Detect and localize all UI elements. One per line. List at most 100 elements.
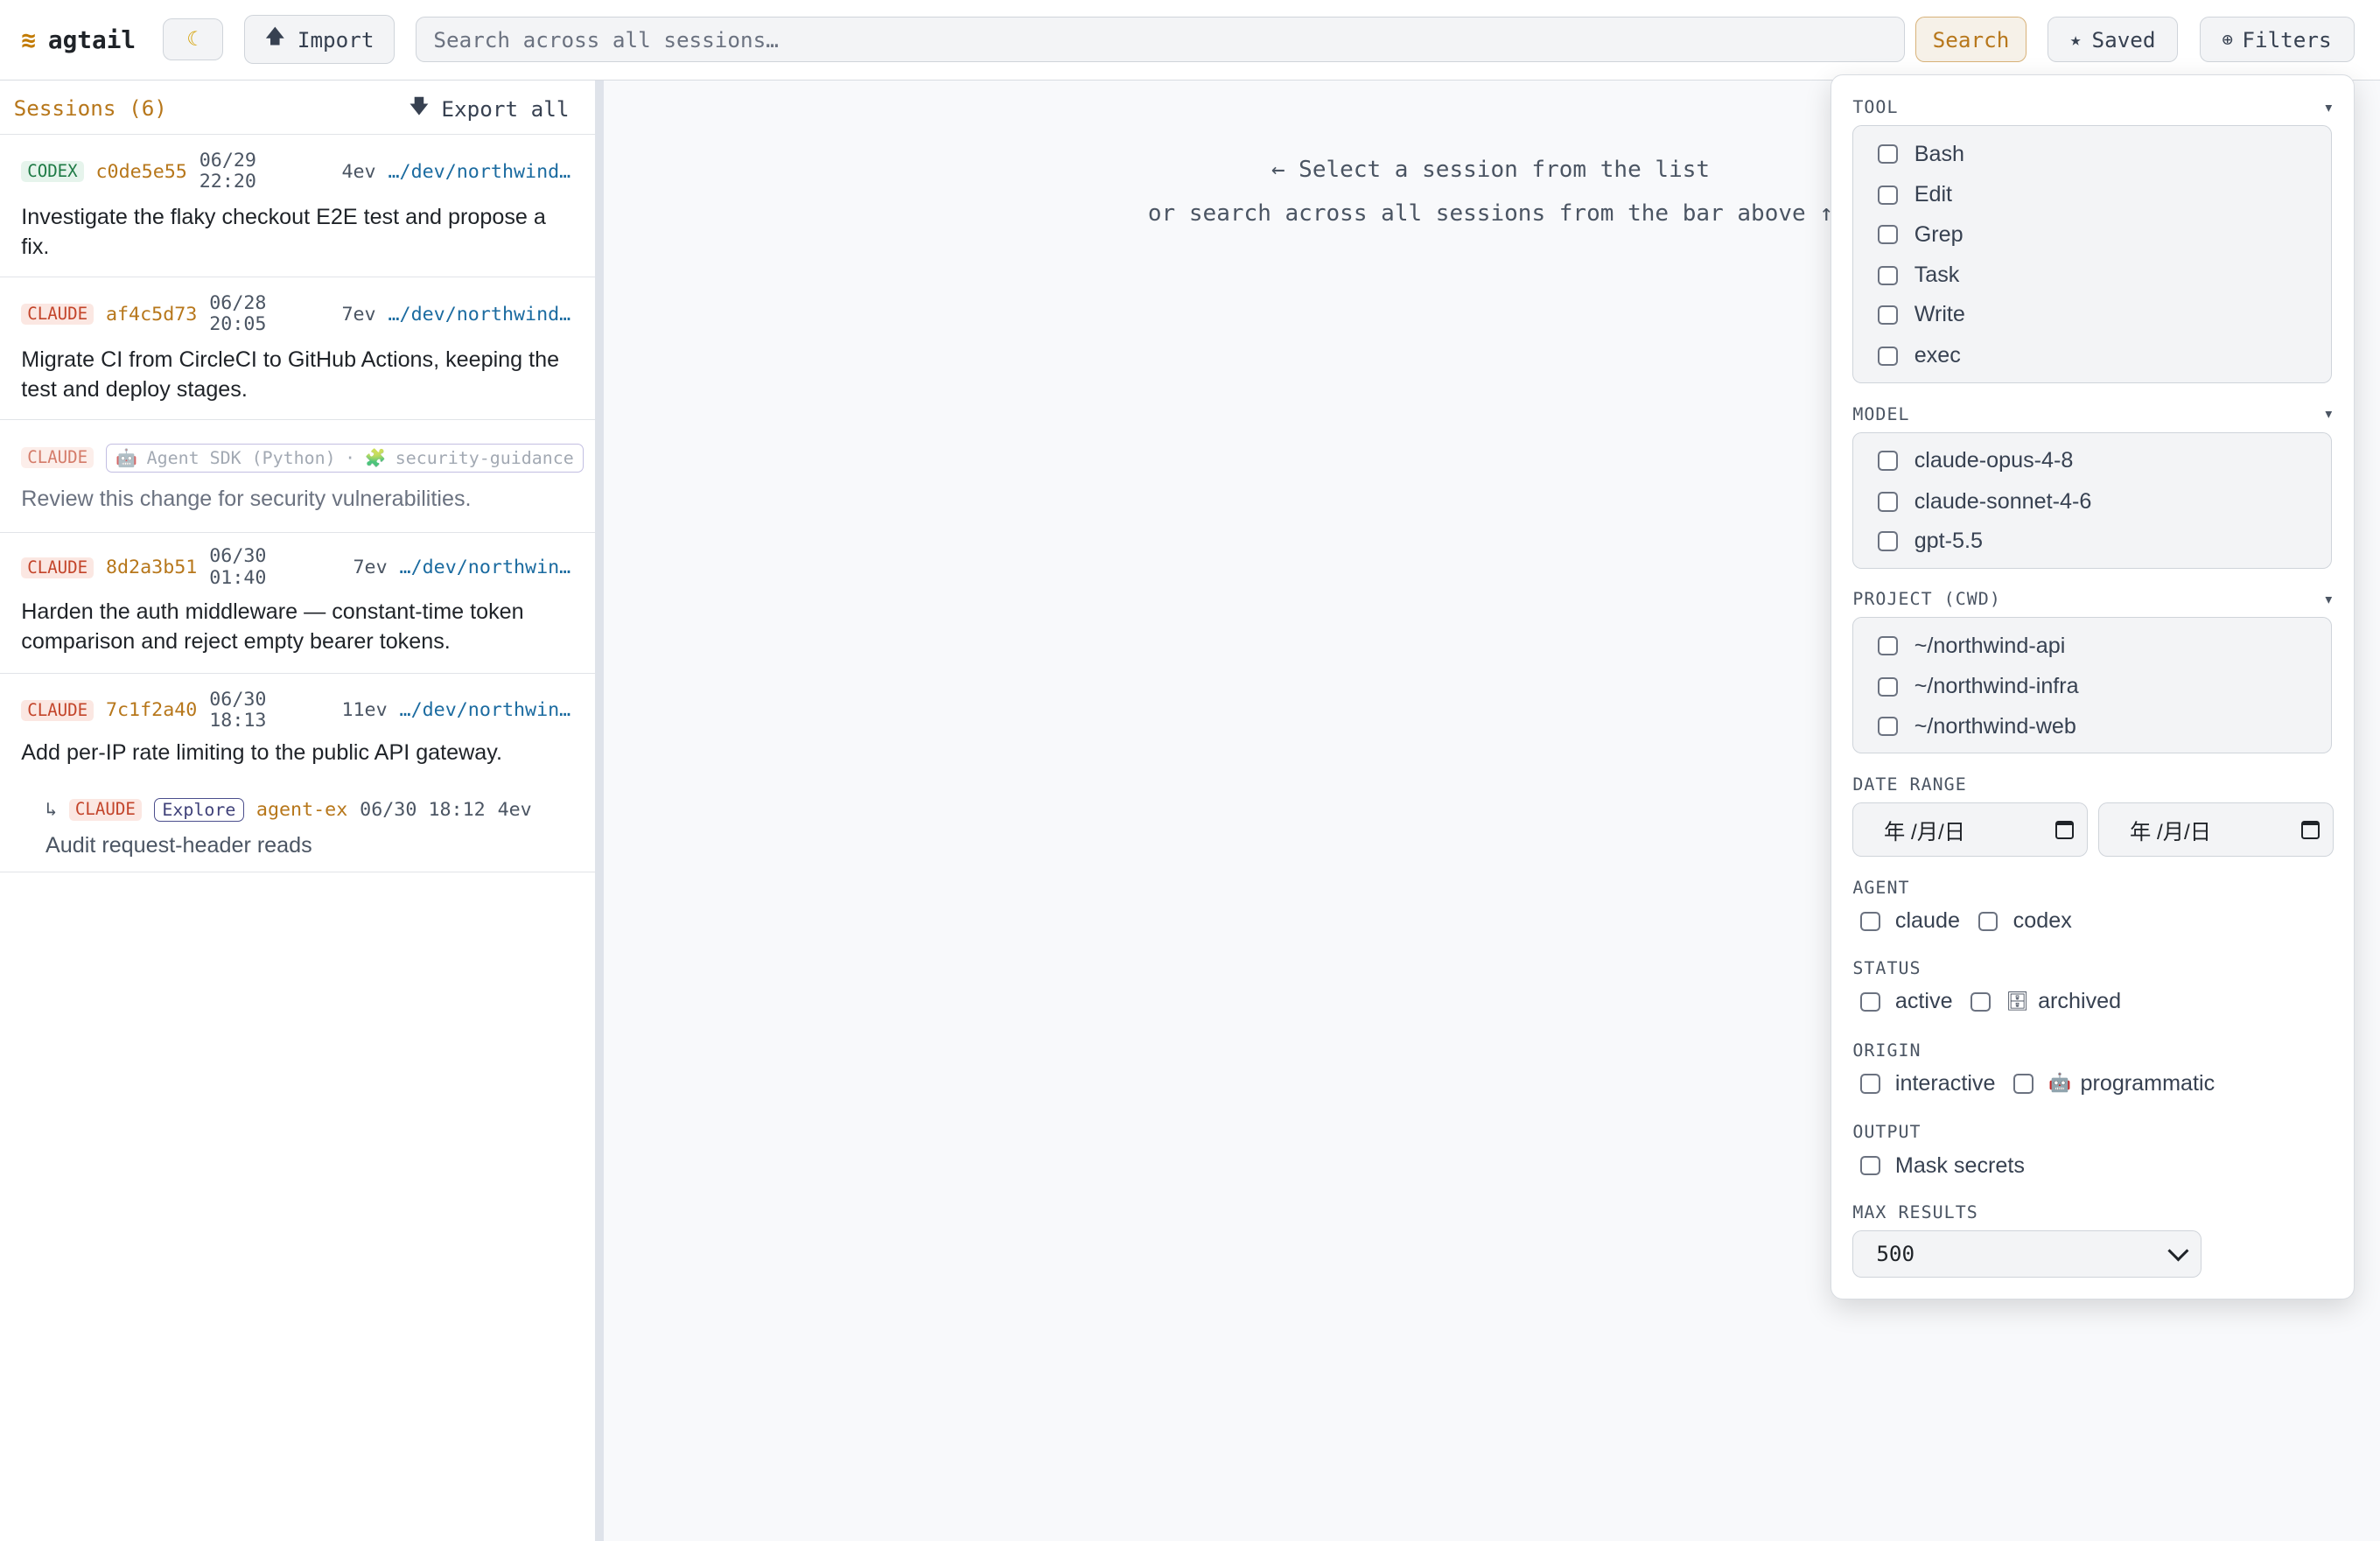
date-from-input[interactable]: 年 /月/日 xyxy=(1852,802,2089,858)
checkbox[interactable] xyxy=(1878,531,1898,551)
session-path[interactable]: …/dev/northwin… xyxy=(400,557,571,578)
session-id: 7c1f2a40 xyxy=(105,699,198,722)
model-option-opus[interactable]: claude-opus-4-8 xyxy=(1878,448,2073,473)
subagent-arrow-icon: ↳ xyxy=(46,799,58,822)
agent-section-label: AGENT xyxy=(1852,876,1910,898)
agent-option-codex[interactable]: codex xyxy=(1978,908,2072,934)
checkbox[interactable] xyxy=(1859,991,1880,1012)
origin-section-label: ORIGIN xyxy=(1852,1039,1922,1061)
subagent-type-badge: Explore xyxy=(153,798,245,822)
session-row[interactable]: CODEX c0de5e55 06/29 22:20 4ev …/dev/nort… xyxy=(0,135,595,278)
session-path[interactable]: …/dev/northwin… xyxy=(400,699,571,721)
session-row[interactable]: CLAUDE 🤖 Agent SDK (Python) · 🧩 security… xyxy=(0,421,595,533)
import-button[interactable]: 🡅 Import xyxy=(244,15,396,64)
session-row[interactable]: CLAUDE 8d2a3b51 06/30 01:40 7ev …/dev/nor… xyxy=(0,531,595,675)
session-id: 8d2a3b51 xyxy=(105,557,198,579)
agent-badge: CLAUDE xyxy=(21,303,94,326)
session-row[interactable]: CLAUDE 7c1f2a40 06/30 18:13 11ev …/dev/no… xyxy=(0,674,595,873)
session-row[interactable]: CLAUDE af4c5d73 06/28 20:05 7ev …/dev/nor… xyxy=(0,277,595,421)
checkbox[interactable] xyxy=(1859,1074,1880,1094)
export-all-button[interactable]: 🡇 Export all xyxy=(409,93,569,126)
checkbox[interactable] xyxy=(1970,991,1991,1012)
model-option-sonnet[interactable]: claude-sonnet-4-6 xyxy=(1878,489,2091,515)
export-all-label: Export all xyxy=(441,96,570,123)
moon-icon: ☾ xyxy=(186,28,200,52)
tool-option-write[interactable]: Write xyxy=(1878,302,1965,327)
session-datetime: 06/30 01:40 xyxy=(209,545,267,589)
calendar-icon[interactable] xyxy=(2054,820,2074,839)
session-title: Add per-IP rate limiting to the public A… xyxy=(21,740,502,766)
tool-option-bash[interactable]: Bash xyxy=(1878,142,1964,167)
tool-option-grep[interactable]: Grep xyxy=(1878,222,1964,248)
origin-option-interactive[interactable]: interactive xyxy=(1859,1071,1995,1096)
subagent-title: Audit request-header reads xyxy=(46,832,312,858)
tool-option-task[interactable]: Task xyxy=(1878,263,1959,288)
status-section-label: STATUS xyxy=(1852,956,1922,978)
agent-badge: CLAUDE xyxy=(68,799,142,821)
project-collapse-icon[interactable]: ▾ xyxy=(2325,592,2332,608)
tool-collapse-icon[interactable]: ▾ xyxy=(2325,100,2332,116)
checkbox[interactable] xyxy=(1878,346,1898,367)
mask-secrets-option[interactable]: Mask secrets xyxy=(1859,1153,2025,1179)
checkbox[interactable] xyxy=(2013,1074,2034,1094)
date-range-label: DATE RANGE xyxy=(1852,773,1967,795)
checkbox[interactable] xyxy=(1878,716,1898,737)
session-id: af4c5d73 xyxy=(105,303,198,326)
checkbox[interactable] xyxy=(1878,305,1898,326)
saved-label: Saved xyxy=(2091,26,2156,53)
checkbox[interactable] xyxy=(1878,265,1898,286)
checkbox[interactable] xyxy=(1878,185,1898,206)
theme-toggle-button[interactable]: ☾ xyxy=(162,18,223,61)
app-name: agtail xyxy=(47,25,136,54)
event-count: 7ev xyxy=(341,303,376,326)
max-results-label: MAX RESULTS xyxy=(1852,1201,1978,1223)
checkbox[interactable] xyxy=(1878,144,1898,165)
session-path[interactable]: …/dev/northwind… xyxy=(388,304,570,326)
status-option-archived[interactable]: 🗄 archived xyxy=(1970,989,2121,1014)
checkbox[interactable] xyxy=(1878,492,1898,512)
status-option-active[interactable]: active xyxy=(1859,989,1953,1014)
saved-button[interactable]: ★ Saved xyxy=(2048,17,2179,63)
session-meta: CODEX c0de5e55 06/29 22:20 4ev …/dev/nort… xyxy=(21,150,570,193)
checkbox[interactable] xyxy=(1878,635,1898,656)
session-datetime: 06/28 20:05 xyxy=(209,291,267,336)
origin-option-programmatic[interactable]: 🤖 programmatic xyxy=(2013,1071,2215,1096)
tool-option-edit[interactable]: Edit xyxy=(1878,182,1952,207)
tool-option-exec[interactable]: exec xyxy=(1878,343,1961,368)
max-results-select[interactable]: 500 xyxy=(1852,1230,2202,1278)
checkbox[interactable] xyxy=(1878,451,1898,471)
checkbox[interactable] xyxy=(1978,911,1998,932)
separator: · xyxy=(345,447,356,469)
app-logo[interactable]: ≋ agtail xyxy=(21,21,136,58)
sessions-count-title: Sessions (6) xyxy=(13,95,167,122)
filters-label: Filters xyxy=(2242,26,2332,53)
project-option-infra[interactable]: ~/northwind-infra xyxy=(1878,674,2079,699)
logo-icon: ≋ xyxy=(21,25,36,54)
checkbox[interactable] xyxy=(1878,224,1898,245)
filters-button[interactable]: ⊕ Filters xyxy=(2199,17,2355,63)
session-meta: CLAUDE 8d2a3b51 06/30 01:40 7ev …/dev/nor… xyxy=(21,545,571,589)
checkbox[interactable] xyxy=(1859,911,1880,932)
date-to-input[interactable]: 年 /月/日 xyxy=(2098,802,2334,858)
agent-option-claude[interactable]: claude xyxy=(1859,908,1960,934)
subagent-row[interactable]: ↳ CLAUDE Explore agent-ex 06/30 18:12 4e… xyxy=(0,787,595,873)
checkbox[interactable] xyxy=(1878,676,1898,697)
subagent-datetime: 06/30 18:12 xyxy=(360,799,486,822)
subagent-name: agent-ex xyxy=(256,799,348,822)
archive-icon: 🗄 xyxy=(2006,991,2029,1012)
checkbox[interactable] xyxy=(1859,1155,1880,1176)
output-section-label: OUTPUT xyxy=(1852,1121,1922,1143)
agent-options: claude codex xyxy=(1859,908,2090,934)
search-input[interactable] xyxy=(416,17,1906,63)
session-meta: CLAUDE 7c1f2a40 06/30 18:13 11ev …/dev/no… xyxy=(21,689,571,732)
sidebar-header: Sessions (6) 🡇 Export all xyxy=(0,81,595,136)
project-option-web[interactable]: ~/northwind-web xyxy=(1878,714,2076,739)
session-title: Review this change for security vulnerab… xyxy=(21,487,472,512)
calendar-icon[interactable] xyxy=(2300,820,2320,839)
search-button[interactable]: Search xyxy=(1915,17,2026,63)
project-option-api[interactable]: ~/northwind-api xyxy=(1878,634,2065,659)
model-option-gpt[interactable]: gpt-5.5 xyxy=(1878,529,1983,554)
model-collapse-icon[interactable]: ▾ xyxy=(2325,406,2332,423)
agent-badge: CLAUDE xyxy=(21,446,94,469)
session-path[interactable]: …/dev/northwind… xyxy=(388,161,570,183)
